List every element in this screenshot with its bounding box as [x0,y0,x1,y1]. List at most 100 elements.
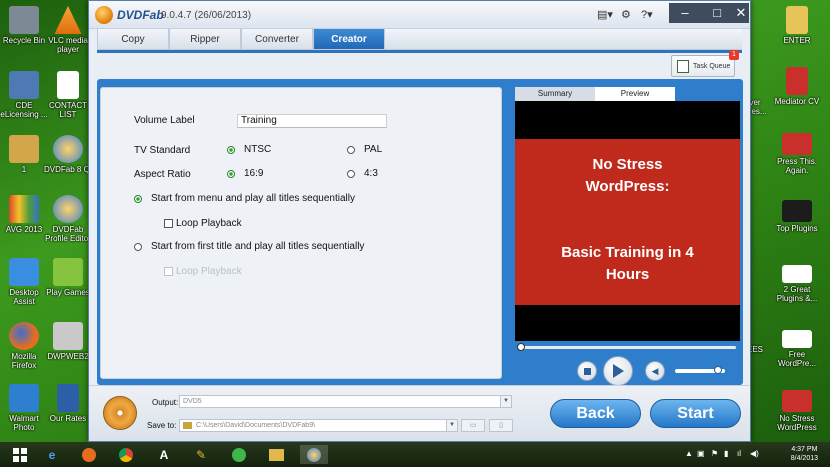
desktop-icon-free-wordpress[interactable]: Free WordPre... [773,330,821,368]
desktop-icon-play-games[interactable]: Play Games [44,258,92,297]
cde-icon [9,71,39,99]
slide-title: No Stress WordPress: [585,156,670,195]
explorer-taskbar-button[interactable] [264,445,288,464]
tab-underline [97,50,742,53]
tray-flag-icon[interactable]: ⚑ [711,449,718,458]
chrome-taskbar-button[interactable] [114,445,138,464]
desktop-icon-avg[interactable]: AVG 2013 [0,195,48,234]
ie-taskbar-button[interactable]: e [40,445,64,464]
radio-start-from-first-title[interactable]: Start from first title and play all titl… [134,241,364,252]
desktop-icon-cde[interactable]: CDE eLicensing ... [0,71,48,119]
bottom-bar: Output: DVD5 ▼ Save to: C:\Users\David\D… [89,385,750,441]
app-a-taskbar-button[interactable]: A [152,445,176,464]
dvdfab-taskbar-button[interactable] [300,445,328,464]
tab-summary[interactable]: Summary [515,87,595,101]
radio-start-from-menu-dot [134,194,142,203]
desktop-icon-recycle-bin[interactable]: Recycle Bin [0,6,48,45]
open-folder-button[interactable]: ▯ [489,419,513,432]
tray-show-hidden-icon[interactable]: ▲ [685,449,693,458]
minimize-button[interactable]: – [669,3,701,23]
maximize-button[interactable]: □ [701,3,733,23]
games-icon [53,258,83,286]
output-select[interactable]: DVD5 [179,395,501,408]
seek-bar[interactable] [517,343,736,351]
folder-icon [9,135,39,163]
tab-ripper[interactable]: Ripper [169,29,241,50]
desktop-icon-enter[interactable]: ENTER [773,6,821,45]
radio-16-9[interactable]: 16:9 [227,168,263,179]
speaker-icon: ◀ [651,365,659,376]
help-icon[interactable]: ?▾ [641,8,653,21]
desktop-icon-1[interactable]: 1 [0,135,48,174]
desktop-icon-great-plugins[interactable]: 2 Great Plugins &... [773,265,821,303]
task-queue-button[interactable]: Task Queue 1 [671,50,739,77]
start-button[interactable]: Start [650,399,741,428]
checkbox-loop-playback-2[interactable]: Loop Playback [164,266,242,277]
screenshot-icon [53,322,83,350]
play-button[interactable] [603,356,633,386]
desktop-icon-no-stress[interactable]: No Stress WordPress [773,390,821,432]
folder-icon [786,6,808,34]
volume-button[interactable]: ◀ [645,361,665,381]
save-to-dropdown-arrow[interactable]: ▼ [446,419,458,432]
radio-ntsc[interactable]: NTSC [227,144,271,155]
close-button[interactable]: ✕ [733,3,749,23]
firefox-taskbar-button[interactable] [77,445,101,464]
green-app-icon [232,447,246,462]
volume-slider[interactable] [675,366,725,374]
folder-icon [183,422,192,429]
vlc-icon [54,6,82,34]
stop-button[interactable] [577,361,597,381]
desktop-icon-mediator-cv[interactable]: Mediator CV [773,67,821,106]
play-icon [613,364,624,378]
tab-creator[interactable]: Creator [313,29,385,50]
tray-app-icon[interactable]: ▣ [697,449,705,458]
video-icon [782,390,812,412]
save-to-input[interactable]: C:\Users\David\Documents\DVDFab9\ [179,419,447,432]
tab-copy[interactable]: Copy [97,29,169,50]
title-bar[interactable]: DVDFab 9.0.4.7 (26/06/2013) ▤▾ ⚙ ?▾ – □ … [89,1,750,29]
menu-slide: No Stress WordPress: Basic Training in 4… [515,139,740,305]
radio-4-3[interactable]: 4:3 [347,168,378,179]
back-button[interactable]: Back [550,399,641,428]
desktop-icon-contact-list[interactable]: CONTACT LIST [44,71,92,119]
desktop-icon-dvdfab-profile[interactable]: DVDFab Profile Editor [44,195,92,243]
seek-handle[interactable] [517,343,525,351]
app-tool-taskbar-button[interactable]: ✎ [189,445,213,464]
desktop-icon-firefox[interactable]: Mozilla Firefox [0,322,48,370]
tab-preview[interactable]: Preview [595,87,675,101]
desktop-icon-our-rates[interactable]: Our Rates [44,384,92,423]
volume-handle[interactable] [713,366,722,374]
desktop-icon-press-this[interactable]: Press This. Again. [773,133,821,175]
start-windows-button[interactable] [8,445,32,464]
app-g-taskbar-button[interactable] [227,445,251,464]
desktop-icon-dwpweb2[interactable]: DWPWEB2 [44,322,92,361]
desktop-icon-desktop-assist[interactable]: Desktop Assist [0,258,48,306]
radio-pal[interactable]: PAL [347,144,382,155]
browse-folder-button[interactable]: ▭ [461,419,485,432]
video-icon [782,265,812,283]
desktop-icon-dvdfab8[interactable]: DVDFab 8 Qt [44,135,92,174]
output-dropdown-arrow[interactable]: ▼ [500,395,512,408]
tray-volume-icon[interactable]: ◀) [750,449,759,458]
taskbar: e A ✎ ▲ ▣ ⚑ ▮ ıl ◀) 4:37 PM 8/4/2013 [0,442,830,467]
desktop-icon-walmart[interactable]: Walmart Photo [0,384,48,432]
pdf-icon [786,67,808,95]
desktop-icon-top-plugins[interactable]: Top Plugins [773,200,821,233]
skin-menu-icon[interactable]: ▤▾ [597,8,613,21]
video-icon [782,330,812,348]
checkbox-loop-playback-1[interactable]: Loop Playback [164,218,242,229]
creator-settings-panel: Volume Label Training TV Standard NTSC P… [100,87,502,379]
disc-icon [103,396,137,430]
radio-start-from-menu[interactable]: Start from menu and play all titles sequ… [134,193,355,204]
gear-icon[interactable]: ⚙ [621,8,631,21]
tray-network-icon[interactable]: ıl [737,449,741,458]
desktop-icon-vlc[interactable]: VLC media player [44,6,92,54]
radio-pal-dot [347,145,355,154]
taskbar-clock[interactable]: 4:37 PM 8/4/2013 [791,445,818,463]
tray-power-icon[interactable]: ▮ [724,449,728,458]
tab-converter[interactable]: Converter [241,29,313,50]
volume-label-input[interactable]: Training [237,114,387,128]
radio-ntsc-dot [227,145,235,154]
task-queue-badge: 1 [729,50,739,60]
